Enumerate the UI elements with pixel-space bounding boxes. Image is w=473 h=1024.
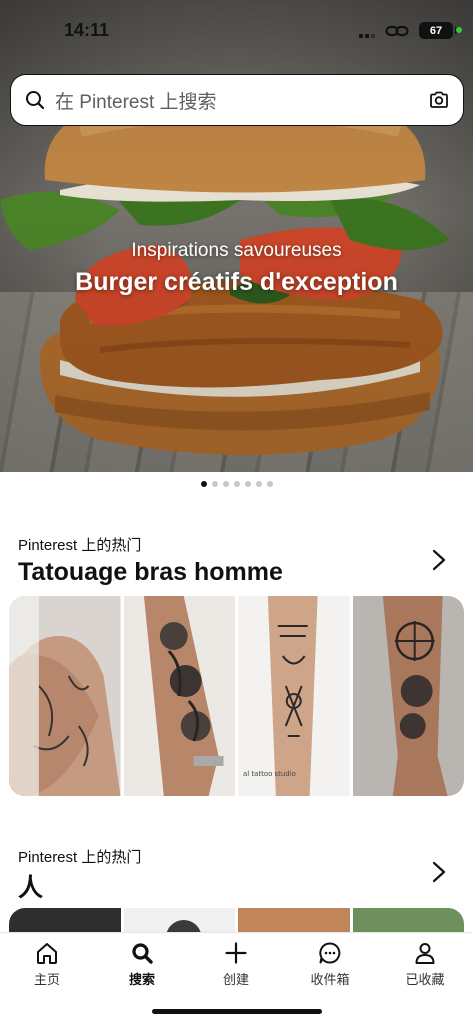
search-icon: [26, 91, 45, 110]
plus-icon: [225, 942, 247, 964]
carousel-dot[interactable]: [233, 481, 240, 487]
carousel-indicator[interactable]: [0, 481, 473, 487]
hero-subtitle: Inspirations savoureuses: [131, 240, 342, 261]
tab-label: 创建: [222, 973, 249, 988]
section-kicker: Pinterest 上的热门: [18, 849, 142, 866]
hero-overlay: [0, 0, 473, 472]
privacy-indicator: [456, 27, 462, 33]
carousel-dot[interactable]: [211, 481, 218, 487]
tab-label: 主页: [33, 973, 60, 988]
watermark-text: al tattoo studio: [243, 770, 296, 778]
pin-image[interactable]: [123, 596, 235, 796]
section-title[interactable]: 人: [18, 868, 43, 904]
section-kicker: Pinterest 上的热门: [18, 537, 142, 554]
hero-banner[interactable]: [0, 0, 473, 472]
tab-inbox[interactable]: 收件箱: [290, 941, 370, 988]
carousel-dot[interactable]: [244, 481, 251, 487]
status-time: 14:11: [64, 20, 110, 40]
tab-home[interactable]: 主页: [7, 941, 87, 988]
pin-image[interactable]: [352, 596, 464, 796]
profile-icon: [415, 943, 435, 964]
hero-title: Burger créatifs d'exception: [75, 268, 398, 296]
pin-image[interactable]: al tattoo studio: [238, 596, 350, 796]
search-placeholder: 在 Pinterest 上搜索: [55, 91, 217, 113]
search-input[interactable]: 在 Pinterest 上搜索: [10, 74, 464, 126]
chevron-right-icon[interactable]: [431, 861, 447, 883]
camera-icon[interactable]: [429, 91, 449, 109]
carousel-dot[interactable]: [200, 481, 207, 487]
signal-icon: [359, 24, 375, 38]
tab-search[interactable]: 搜索: [102, 941, 182, 988]
section-title[interactable]: Tatouage bras homme: [18, 558, 283, 587]
carousel-dot[interactable]: [266, 481, 273, 487]
carousel-dot[interactable]: [222, 481, 229, 487]
tab-label: 已收藏: [405, 973, 445, 988]
battery-icon: 67: [419, 22, 457, 39]
search-icon: [132, 943, 153, 964]
link-icon: [385, 25, 409, 36]
tab-create[interactable]: 创建: [196, 941, 276, 988]
chat-icon: [319, 942, 341, 964]
tattoo-collage[interactable]: al tattoo studio: [9, 596, 464, 796]
chevron-right-icon[interactable]: [431, 549, 447, 571]
home-indicator[interactable]: [152, 1009, 322, 1014]
tab-saved[interactable]: 已收藏: [385, 941, 465, 988]
home-icon: [37, 943, 57, 964]
tab-label: 收件箱: [310, 973, 350, 988]
carousel-dot[interactable]: [255, 481, 262, 487]
status-icons: 67: [359, 22, 457, 39]
tab-label: 搜索: [128, 973, 155, 988]
pin-image[interactable]: [9, 596, 121, 796]
